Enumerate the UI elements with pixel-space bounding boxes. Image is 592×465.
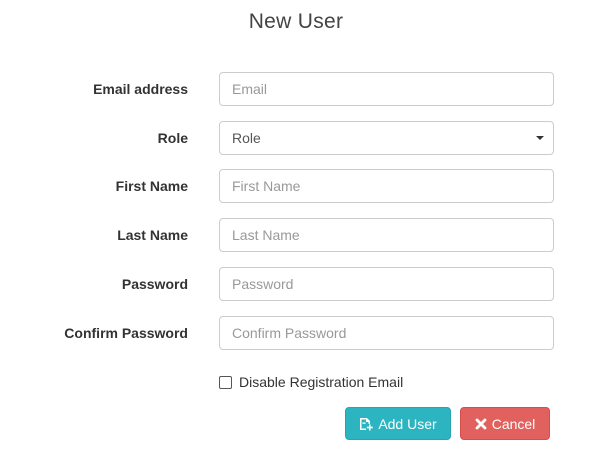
confirm-password-row: Confirm Password: [0, 316, 592, 350]
email-field[interactable]: [219, 72, 554, 106]
close-icon: [475, 418, 487, 430]
disable-email-option[interactable]: Disable Registration Email: [219, 372, 403, 392]
add-user-icon: [359, 417, 374, 431]
add-user-button[interactable]: Add User: [345, 407, 451, 440]
cancel-button[interactable]: Cancel: [460, 407, 550, 440]
add-user-button-label: Add User: [378, 415, 437, 432]
first-name-field[interactable]: [219, 169, 554, 203]
last-name-field[interactable]: [219, 218, 554, 252]
confirm-password-field[interactable]: [219, 316, 554, 350]
password-label: Password: [121, 276, 188, 292]
first-name-label: First Name: [115, 178, 188, 194]
disable-email-checkbox[interactable]: [219, 375, 232, 389]
chevron-down-icon: [536, 136, 544, 140]
confirm-password-label: Confirm Password: [64, 325, 188, 341]
role-select-value: Role: [232, 130, 261, 146]
disable-email-label: Disable Registration Email: [239, 374, 404, 390]
password-field[interactable]: [219, 267, 554, 301]
last-name-label: Last Name: [117, 227, 188, 243]
cancel-button-label: Cancel: [491, 415, 536, 432]
page-title: New User: [248, 10, 344, 33]
last-name-row: Last Name: [0, 218, 592, 252]
first-name-row: First Name: [0, 169, 592, 203]
role-select[interactable]: Role: [219, 121, 554, 155]
password-row: Password: [0, 267, 592, 301]
email-label: Email address: [93, 81, 188, 97]
role-label: Role: [157, 130, 188, 146]
new-user-page: New User Email address Role Role First N…: [0, 0, 592, 465]
email-row: Email address: [0, 72, 592, 106]
role-row: Role Role: [0, 121, 592, 155]
